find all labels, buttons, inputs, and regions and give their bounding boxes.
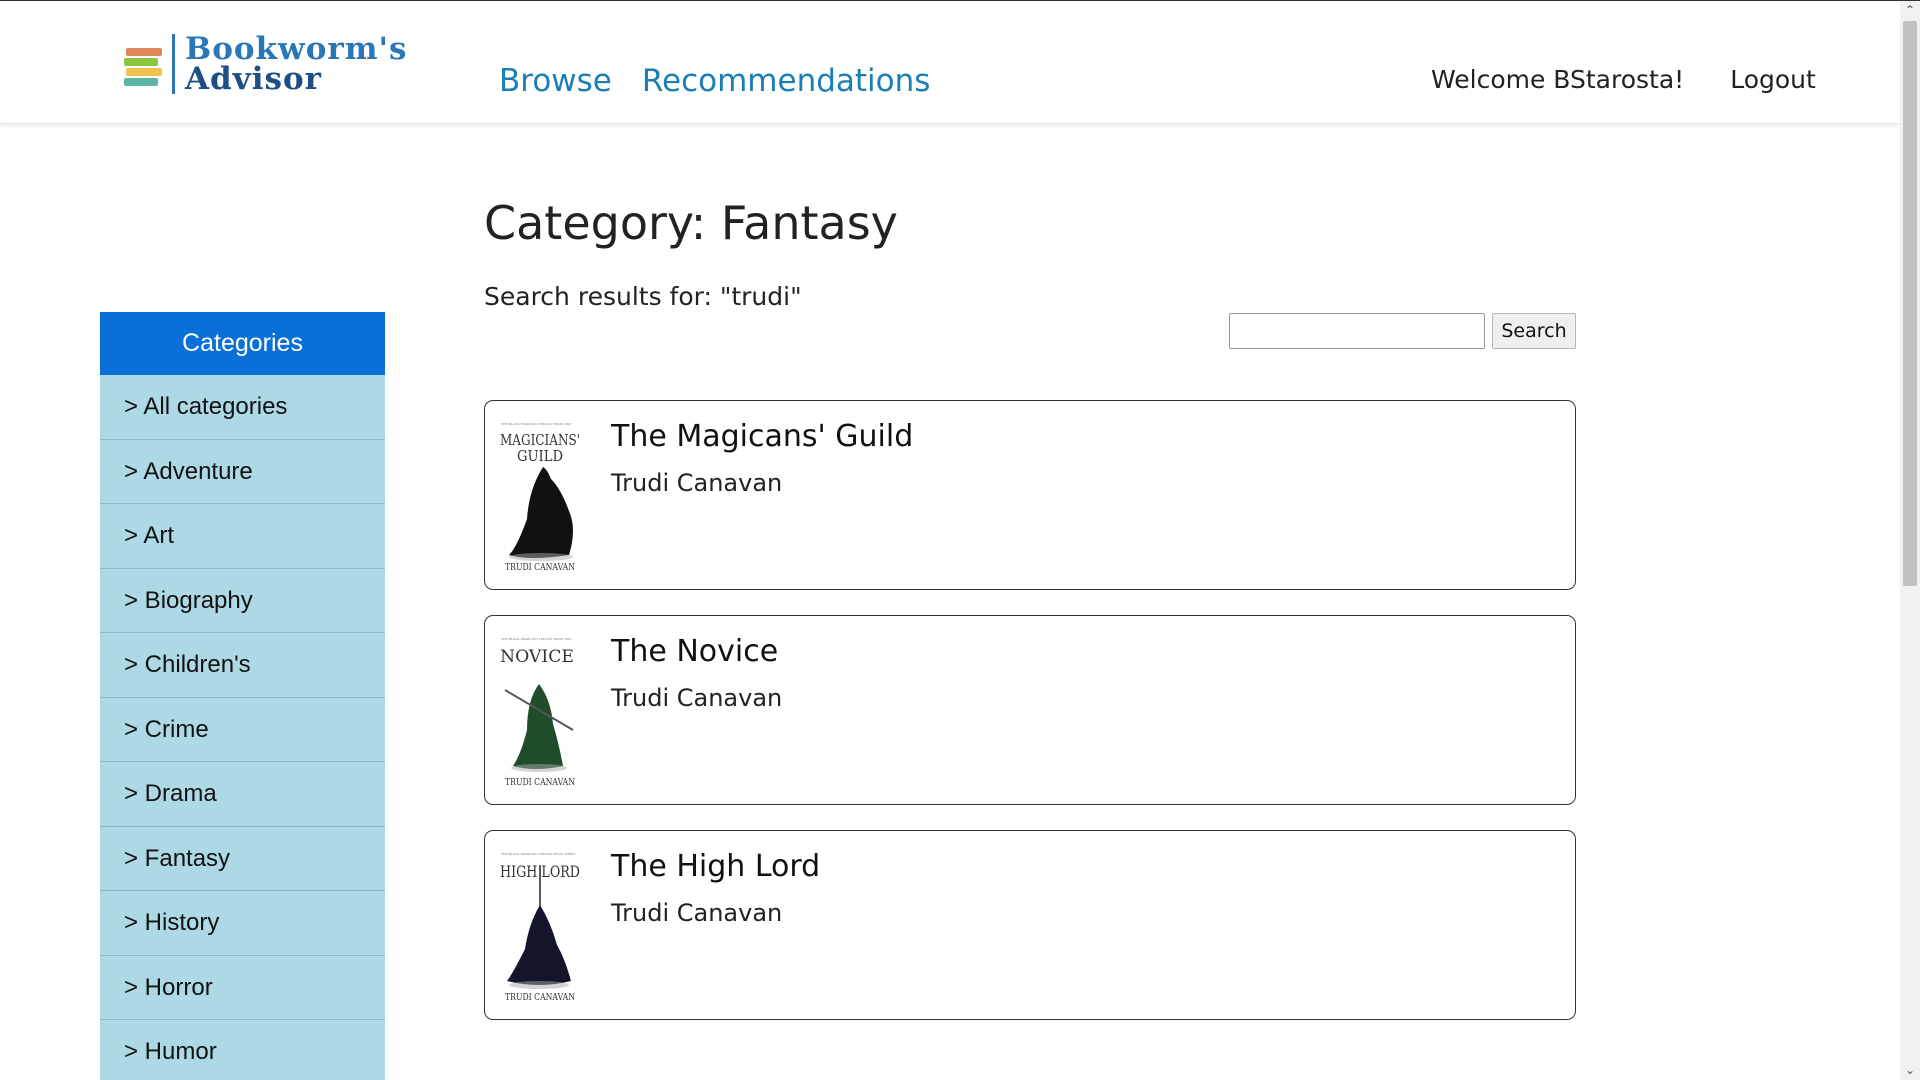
book-cover-image[interactable]: THE BLACK MAGICIAN TRILOGY BOOK ONE MAGI…	[499, 419, 581, 573]
search-button[interactable]: Search	[1492, 313, 1576, 349]
book-title[interactable]: The High Lord	[611, 849, 820, 884]
book-card[interactable]: THE BLACK MAGICIAN TRILOGY BOOK TWO NOVI…	[484, 615, 1576, 805]
cloaked-figure-icon	[513, 684, 563, 769]
page-title: Category: Fantasy	[484, 196, 898, 250]
cover-title-line-1: NOVICE	[500, 647, 574, 667]
logo-divider	[172, 34, 175, 94]
scroll-down-icon[interactable]: ⌄	[1900, 1061, 1920, 1079]
user-area: Welcome BStarosta! Logout	[1431, 65, 1816, 94]
book-title[interactable]: The Novice	[611, 634, 778, 669]
book-author: Trudi Canavan	[611, 899, 783, 927]
book-title[interactable]: The Magicans' Guild	[611, 419, 913, 454]
sidebar-item-humor[interactable]: > Humor	[100, 1020, 385, 1080]
book-cover-image[interactable]: THE BLACK MAGICIAN TRILOGY BOOK THREE HI…	[499, 849, 581, 1003]
books-stack-icon	[122, 36, 166, 92]
cover-author: TRUDI CANAVAN	[505, 563, 575, 573]
sidebar-item-biography[interactable]: > Biography	[100, 568, 385, 633]
sidebar-item-crime[interactable]: > Crime	[100, 697, 385, 762]
nav-browse[interactable]: Browse	[499, 63, 612, 99]
site-header: Bookworm's Advisor Browse Recommendation…	[0, 1, 1900, 124]
cover-title-line-2: GUILD	[517, 447, 563, 465]
cover-series: THE BLACK MAGICIAN TRILOGY BOOK THREE	[501, 852, 575, 856]
categories-sidebar: Categories > All categories > Adventure …	[100, 312, 385, 1080]
book-author: Trudi Canavan	[611, 684, 783, 712]
sidebar-item-history[interactable]: > History	[100, 891, 385, 956]
main-nav: Browse Recommendations	[499, 63, 930, 99]
search-input[interactable]	[1229, 313, 1485, 349]
cloaked-figure-icon	[509, 467, 573, 558]
logo-line-2: Advisor	[185, 61, 322, 97]
vertical-scrollbar[interactable]: ⌃ ⌄	[1900, 1, 1920, 1080]
sidebar-item-horror[interactable]: > Horror	[100, 955, 385, 1020]
welcome-text: Welcome BStarosta!	[1431, 65, 1685, 94]
scrollbar-thumb[interactable]	[1903, 21, 1917, 586]
cover-author: TRUDI CANAVAN	[505, 993, 575, 1003]
logo-text: Bookworm's Advisor	[185, 31, 408, 97]
cover-author: TRUDI CANAVAN	[505, 778, 575, 788]
sidebar-item-childrens[interactable]: > Children's	[100, 633, 385, 698]
book-card[interactable]: THE BLACK MAGICIAN TRILOGY BOOK ONE MAGI…	[484, 400, 1576, 590]
sidebar-title: Categories	[100, 312, 385, 375]
cover-series: THE BLACK MAGICIAN TRILOGY BOOK ONE	[501, 422, 571, 426]
sidebar-item-drama[interactable]: > Drama	[100, 762, 385, 827]
site-logo[interactable]: Bookworm's Advisor	[122, 31, 408, 97]
logo-line-1: Bookworm's	[185, 31, 408, 67]
search-results-caption: Search results for: "trudi"	[484, 282, 802, 311]
book-card[interactable]: THE BLACK MAGICIAN TRILOGY BOOK THREE HI…	[484, 830, 1576, 1020]
sidebar-item-art[interactable]: > Art	[100, 504, 385, 569]
book-cover-image[interactable]: THE BLACK MAGICIAN TRILOGY BOOK TWO NOVI…	[499, 634, 581, 788]
cloaked-figure-icon	[507, 905, 571, 985]
sidebar-item-all-categories[interactable]: > All categories	[100, 375, 385, 440]
scroll-up-icon[interactable]: ⌃	[1900, 1, 1920, 19]
sidebar-item-fantasy[interactable]: > Fantasy	[100, 826, 385, 891]
sidebar-item-adventure[interactable]: > Adventure	[100, 439, 385, 504]
book-author: Trudi Canavan	[611, 469, 783, 497]
nav-recommendations[interactable]: Recommendations	[642, 63, 931, 99]
cover-series: THE BLACK MAGICIAN TRILOGY BOOK TWO	[501, 637, 572, 641]
logout-link[interactable]: Logout	[1730, 65, 1816, 94]
